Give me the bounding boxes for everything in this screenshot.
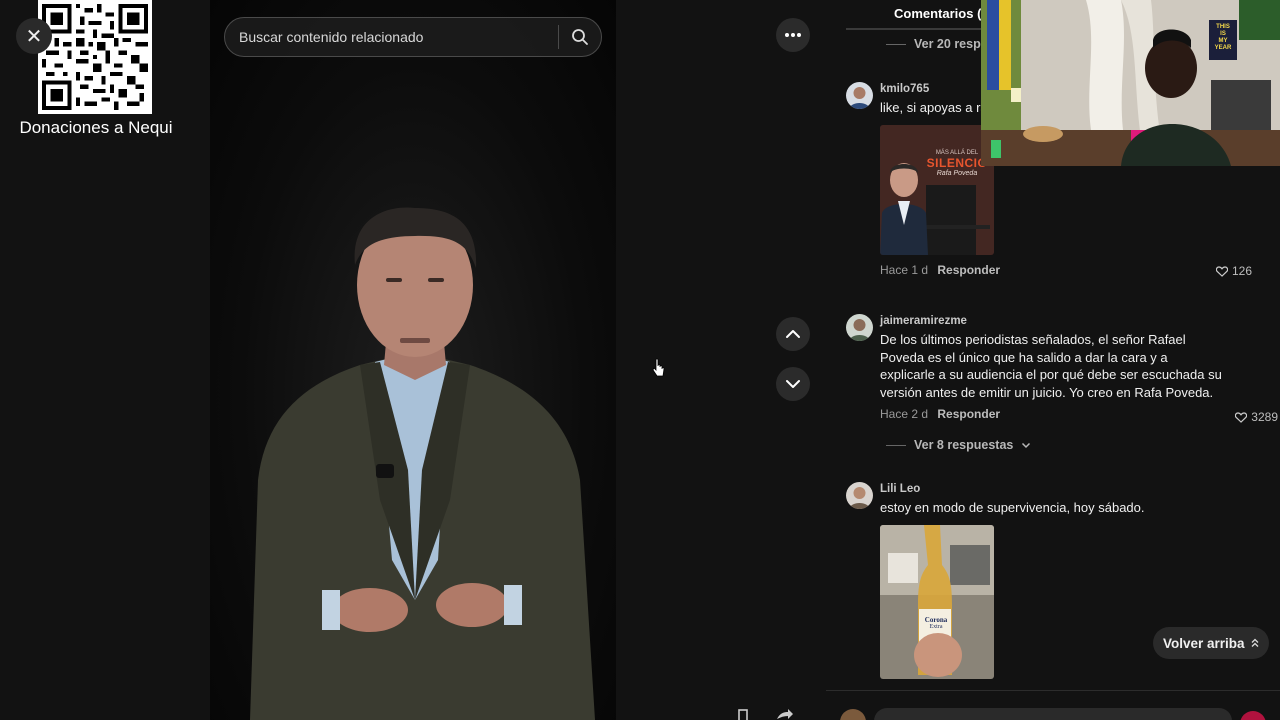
avatar[interactable] — [846, 314, 873, 341]
heart-icon — [1215, 265, 1228, 277]
video-area: Donaciones a Nequi ✕ — [0, 0, 826, 720]
view-replies-toggle[interactable]: Ver 20 respu — [886, 37, 988, 51]
comment-text: estoy en modo de supervivencia, hoy sába… — [880, 500, 1145, 515]
chevron-down-icon — [786, 380, 800, 388]
search-bar[interactable] — [224, 17, 602, 57]
chevron-up-icon — [786, 330, 800, 338]
view-replies-toggle[interactable]: Ver 8 respuestas — [886, 438, 1031, 452]
close-icon: ✕ — [25, 25, 43, 48]
mouse-pointer-icon — [652, 358, 665, 377]
bookmark-icon[interactable] — [736, 708, 756, 720]
webcam-overlay: THIS IS MY YEAR — [981, 0, 1280, 166]
view-replies-label: Ver 20 respu — [914, 37, 989, 51]
sign-text: YEAR — [1214, 45, 1232, 51]
heart-icon — [1235, 411, 1248, 423]
reply-button[interactable]: Responder — [937, 407, 1000, 421]
avatar — [840, 709, 866, 720]
webcam-scene — [981, 0, 1280, 166]
back-to-top-button[interactable]: Volver arriba — [1153, 627, 1269, 659]
bottom-toolbar — [736, 708, 794, 720]
search-icon — [572, 29, 588, 45]
comment-body: jaimeramirezme De los últimos periodista… — [880, 314, 1225, 421]
sign-text: MY — [1218, 38, 1228, 44]
video-player[interactable] — [210, 0, 616, 720]
comment-composer — [826, 690, 1280, 720]
comment-image[interactable]: Corona Extra — [880, 524, 994, 679]
comment-meta: Hace 1 d Responder — [880, 263, 1225, 277]
next-video-button[interactable] — [776, 367, 810, 401]
like-button[interactable]: 126 — [1215, 264, 1252, 278]
neon-sign: THIS IS MY YEAR — [1212, 24, 1234, 52]
donation-caption: Donaciones a Nequi — [19, 118, 173, 137]
divider-line — [886, 43, 906, 45]
double-chevron-up-icon — [1251, 638, 1259, 647]
presenter-figure — [250, 207, 595, 720]
search-input[interactable] — [239, 29, 558, 45]
more-options-button[interactable] — [776, 18, 810, 52]
view-replies-label: Ver 8 respuestas — [914, 438, 1014, 452]
image-text: Corona — [924, 615, 948, 624]
back-to-top-label: Volver arriba — [1163, 635, 1245, 651]
tab-underline — [846, 28, 996, 30]
post-comment-button[interactable] — [1240, 711, 1266, 720]
image-text: Rafa Poveda — [936, 169, 978, 177]
share-icon[interactable] — [774, 708, 794, 720]
search-button[interactable] — [559, 17, 601, 57]
comment-item: Lili Leo estoy en modo de supervivencia,… — [846, 482, 1272, 692]
like-button[interactable]: 3289 — [1235, 410, 1278, 424]
sign-text: THIS — [1216, 24, 1230, 30]
more-horizontal-icon — [785, 33, 801, 37]
comment-input[interactable] — [874, 708, 1232, 720]
close-button[interactable]: ✕ — [16, 18, 52, 54]
donation-qr-code — [38, 0, 152, 114]
previous-video-button[interactable] — [776, 317, 810, 351]
sign-text: IS — [1220, 31, 1226, 37]
comment-time: Hace 2 d — [880, 407, 929, 421]
chevron-down-icon — [1022, 442, 1031, 448]
like-count: 3289 — [1251, 410, 1278, 424]
image-text: Extra — [929, 623, 943, 630]
like-count: 126 — [1231, 264, 1252, 278]
divider-line — [886, 444, 906, 446]
tab-comments[interactable]: Comentarios (1 — [894, 6, 989, 21]
comment-meta: Hace 2 d Responder — [880, 407, 1225, 421]
avatar[interactable] — [846, 82, 873, 109]
comment-text: De los últimos periodistas señalados, el… — [880, 332, 1222, 400]
avatar[interactable] — [846, 482, 873, 509]
comment-time: Hace 1 d — [880, 262, 929, 277]
comment-image[interactable]: MÁS ALLÁ DEL SILENCIO Rafa Poveda — [880, 124, 994, 255]
comment-username[interactable]: jaimeramirezme — [880, 314, 1225, 328]
reply-button[interactable]: Responder — [937, 263, 1000, 277]
comment-username[interactable]: Lili Leo — [880, 482, 1225, 496]
